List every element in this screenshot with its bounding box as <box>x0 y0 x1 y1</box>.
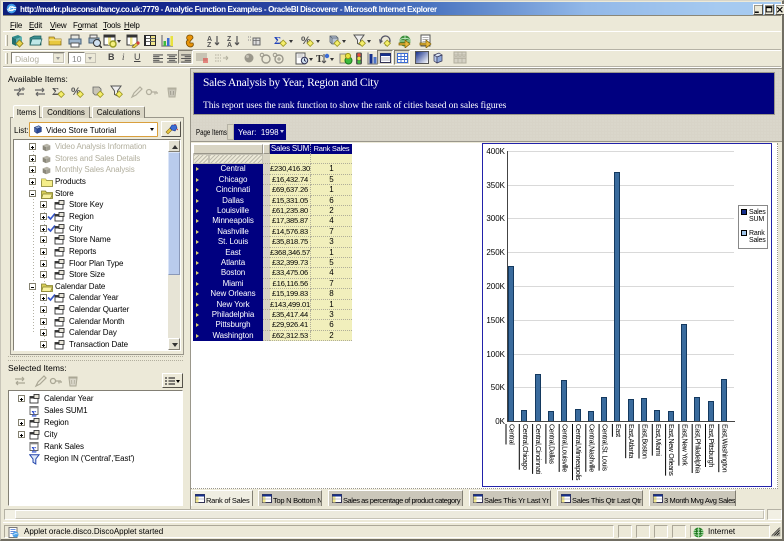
svg-text:T: T <box>316 54 323 65</box>
svg-text:Σ: Σ <box>32 446 37 454</box>
svg-text:A: A <box>227 42 232 48</box>
svg-text:Σ: Σ <box>32 410 37 418</box>
svg-text:Σ: Σ <box>274 35 281 47</box>
svg-text:Σ: Σ <box>52 86 59 98</box>
svg-text:Z: Z <box>207 42 212 48</box>
